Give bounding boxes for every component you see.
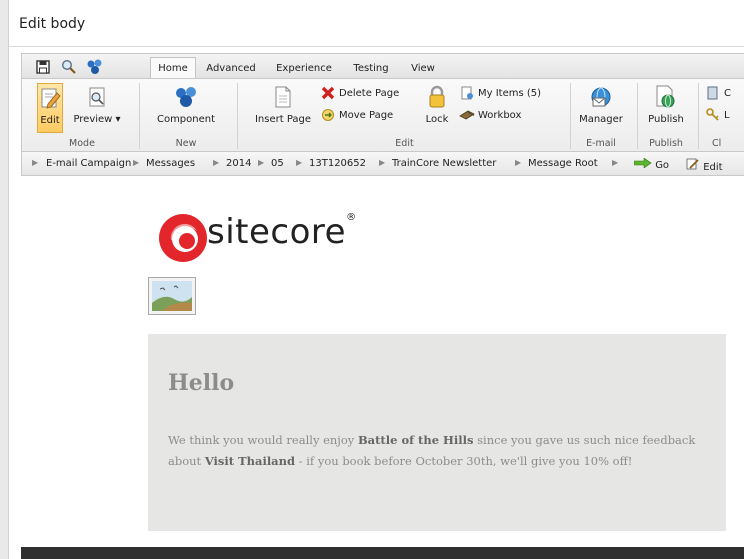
my-items-label: My Items (5) (478, 87, 542, 99)
chevron-right-icon: ▶ (379, 158, 386, 167)
search-icon[interactable] (60, 58, 78, 76)
move-page-label: Move Page (339, 109, 394, 121)
greeting-heading: Hello (168, 370, 235, 396)
chevron-right-icon: ▶ (515, 158, 522, 167)
tab-testing[interactable]: Testing (348, 57, 394, 79)
group-divider (237, 83, 238, 149)
ribbon-panel: Edit Preview ▾ Mode Component New Insert… (21, 78, 744, 152)
workbox-icon (459, 107, 475, 123)
message-text: We think you would really enjoy (168, 433, 358, 447)
workbox-button[interactable]: Workbox (459, 107, 521, 123)
breadcrumb-item[interactable]: Messages (146, 158, 195, 169)
sitecore-wordmark: sitecore® (207, 212, 357, 252)
image-placeholder-icon[interactable] (148, 277, 196, 315)
message-text: - if you book before October 30th, we'll… (295, 454, 633, 468)
publish-button[interactable]: Publish (642, 83, 690, 133)
breadcrumb-item[interactable]: 2014 (226, 158, 251, 169)
delete-page-label: Delete Page (339, 87, 400, 99)
delete-x-icon (320, 85, 336, 101)
padlock-icon (423, 83, 451, 111)
email-manager-button[interactable]: Manager (575, 83, 627, 133)
chevron-right-icon: ▶ (296, 158, 303, 167)
preview-button[interactable]: Preview ▾ (72, 83, 122, 133)
publish-label: Publish (648, 114, 684, 125)
publish-globe-icon (652, 83, 680, 111)
clipped-label-1: C (724, 87, 731, 99)
edit-pencil-icon (36, 84, 64, 112)
save-icon[interactable] (34, 58, 52, 76)
edit-label: Edit (703, 162, 723, 173)
registered-mark: ® (346, 212, 357, 223)
dialog-title: Edit body (19, 16, 86, 32)
chevron-right-icon: ▶ (213, 158, 220, 167)
email-group-label: E-mail (586, 138, 616, 149)
tab-home[interactable]: Home (150, 57, 196, 79)
title-divider (9, 46, 744, 47)
ribbon: Home Advanced Experience Testing View Ed… (21, 53, 744, 177)
tab-experience[interactable]: Experience (272, 57, 336, 79)
chevron-right-icon: ▶ (258, 158, 265, 167)
move-page-button[interactable]: Move Page (320, 107, 393, 123)
new-group-label: New (175, 138, 197, 149)
ribbon-tabbar: Home Advanced Experience Testing View (21, 53, 744, 79)
workbox-label: Workbox (478, 109, 522, 121)
breadcrumb: ▶ E-mail Campaign ▶ Messages ▶ 2014 ▶ 05… (21, 152, 744, 176)
document-icon (705, 85, 721, 101)
page-icon (269, 83, 297, 111)
go-arrow-icon (633, 157, 652, 169)
component-button[interactable]: Component (150, 83, 222, 133)
my-items-icon (459, 85, 475, 101)
footer-bar (21, 547, 744, 559)
group-divider (139, 83, 140, 149)
key-icon (705, 107, 721, 123)
breadcrumb-item[interactable]: 13T120652 (309, 158, 366, 169)
component-label: Component (156, 114, 216, 125)
email-globe-icon (587, 83, 615, 111)
group-divider (637, 83, 638, 149)
breadcrumb-item[interactable]: TrainCore Newsletter (392, 158, 496, 169)
tab-advanced[interactable]: Advanced (202, 57, 260, 79)
publish-group-label: Publish (649, 138, 683, 149)
breadcrumb-item[interactable]: 05 (271, 158, 284, 169)
clipped-button-1[interactable]: C (705, 85, 731, 101)
go-label: Go (655, 160, 670, 171)
breadcrumb-item[interactable]: Message Root (528, 158, 598, 169)
message-paragraph: We think you would really enjoy Battle o… (168, 430, 708, 472)
mode-group-label: Mode (69, 138, 95, 149)
preview-magnifier-icon (83, 83, 111, 111)
message-block[interactable]: Hello We think you would really enjoy Ba… (148, 334, 726, 531)
logo-text: sitecore (207, 212, 347, 252)
breadcrumb-edit-button[interactable]: Edit (686, 158, 723, 173)
manager-label: Manager (579, 114, 623, 125)
insert-page-label: Insert Page (254, 114, 312, 125)
group-divider (698, 83, 699, 149)
edit-mode-label: Edit (40, 115, 60, 126)
sitecore-cubes-icon[interactable] (86, 58, 104, 76)
chevron-right-icon: ▶ (133, 158, 140, 167)
tab-view[interactable]: View (404, 57, 442, 79)
dialog-frame: Edit body Home Advanced Experience Testi… (8, 0, 744, 559)
chevron-right-icon: ▶ (612, 158, 619, 167)
my-items-button[interactable]: My Items (5) (459, 85, 541, 101)
clipped-group-label: Cl (712, 138, 722, 149)
breadcrumb-item[interactable]: E-mail Campaign (46, 158, 131, 169)
move-arrows-icon (320, 107, 336, 123)
component-cubes-icon (172, 83, 200, 111)
lock-label: Lock (425, 114, 449, 125)
chevron-right-icon: ▶ (32, 158, 39, 167)
delete-page-button[interactable]: Delete Page (320, 85, 399, 101)
clipped-label-2: L (724, 109, 730, 121)
feedback-item: Visit Thailand (204, 454, 296, 468)
go-button[interactable]: Go (633, 157, 670, 171)
group-divider (570, 83, 571, 149)
preview-label: Preview ▾ (73, 114, 121, 125)
edit-group-label: Edit (395, 138, 414, 149)
edit-mode-button[interactable]: Edit (37, 83, 63, 133)
lock-button[interactable]: Lock (422, 83, 452, 133)
edit-doc-icon (686, 158, 699, 170)
clipped-button-2[interactable]: L (705, 107, 730, 123)
insert-page-button[interactable]: Insert Page (253, 83, 313, 133)
offer-name: Battle of the Hills (357, 433, 474, 447)
